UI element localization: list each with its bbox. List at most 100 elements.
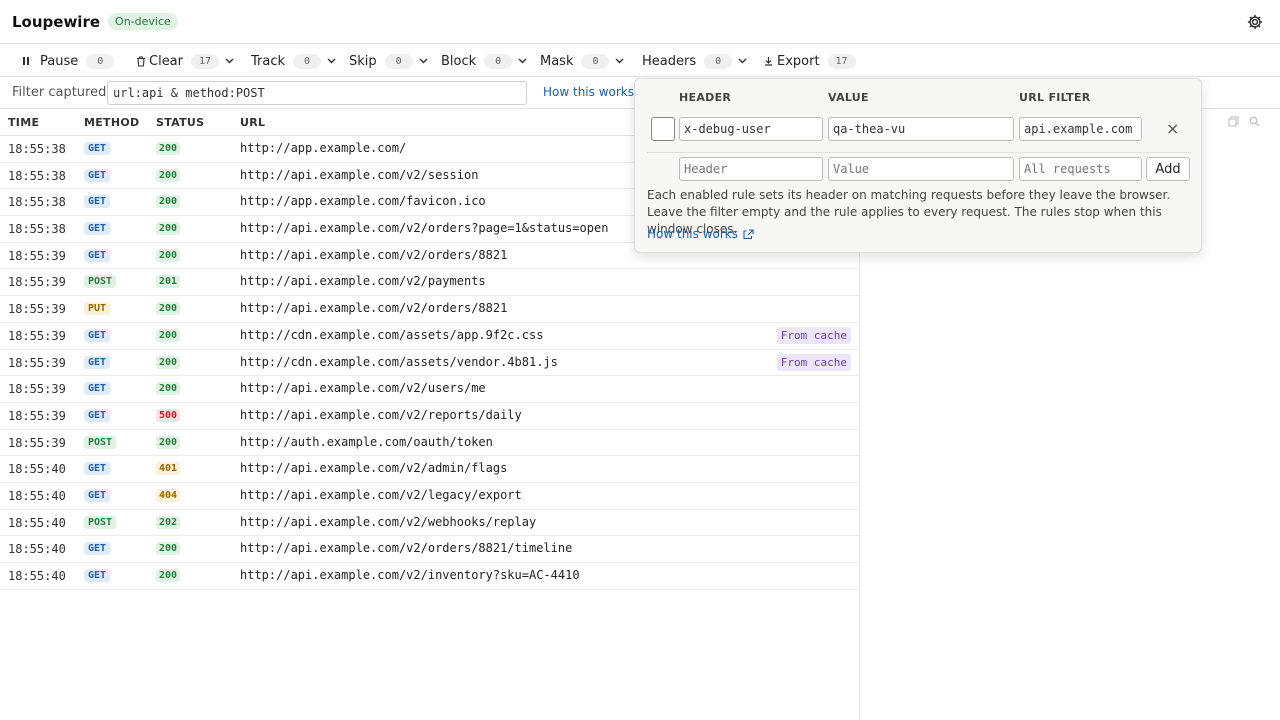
cache-badge: From cache [776, 353, 851, 371]
rule-value-input[interactable] [828, 117, 1014, 141]
method-badge: GET [84, 168, 111, 182]
gear-icon[interactable] [1246, 13, 1264, 31]
rule-filter-input[interactable] [1019, 117, 1142, 141]
table-row[interactable]: 18:55:40 GET 200 http://api.example.com/v2/… [0, 536, 859, 563]
export-label: Export [777, 53, 820, 69]
new-header-input[interactable] [679, 157, 823, 181]
row-time: 18:55:40 [8, 515, 66, 530]
track-button[interactable]: Track 0 [251, 45, 336, 77]
table-row[interactable]: 18:55:39 PUT 200 http://api.example.com/v2/… [0, 296, 859, 323]
pause-button[interactable]: Pause 0 [22, 45, 115, 77]
table-row[interactable]: 18:55:39 GET 200 http://api.example.com/v2/… [0, 376, 859, 403]
row-time: 18:55:38 [8, 195, 66, 210]
skip-button[interactable]: Skip 0 [349, 45, 428, 77]
row-url: http://api.example.com/v2/orders/8821 [240, 247, 508, 262]
row-url: http://cdn.example.com/assets/app.9f2c.c… [240, 327, 544, 342]
table-row[interactable]: 18:55:39 GET 200 http://cdn.example.com/ass… [0, 350, 859, 377]
mask-count: 0 [581, 53, 610, 69]
add-rule-button[interactable]: Add [1146, 157, 1190, 181]
row-url: http://api.example.com/v2/orders?page=1&… [240, 221, 609, 236]
table-row[interactable]: 18:55:39 GET 500 http://api.example.com/v2/… [0, 403, 859, 430]
row-time: 18:55:38 [8, 142, 66, 156]
column-method[interactable]: METHOD [84, 116, 139, 129]
method-badge: GET [84, 355, 111, 369]
col-value: VALUE [828, 91, 869, 104]
close-icon[interactable]: × [1166, 119, 1179, 138]
row-url: http://cdn.example.com/assets/vendor.4b8… [240, 354, 558, 369]
column-time[interactable]: TIME [8, 116, 39, 129]
chevron-down-icon[interactable] [738, 58, 747, 64]
row-time: 18:55:39 [8, 328, 66, 343]
table-row[interactable]: 18:55:40 GET 401 http://api.example.com/v2/… [0, 456, 859, 483]
mask-button[interactable]: Mask 0 [540, 45, 624, 77]
status-badge: 200 [156, 542, 181, 556]
table-row[interactable]: 18:55:40 GET 404 http://api.example.com/v2/… [0, 483, 859, 510]
row-time: 18:55:40 [8, 569, 66, 583]
status-badge: 200 [156, 382, 181, 396]
method-badge: GET [84, 408, 111, 422]
headers-button[interactable]: Headers 0 [642, 45, 747, 77]
status-badge: 200 [156, 435, 181, 449]
new-filter-input[interactable] [1019, 157, 1142, 181]
chevron-down-icon[interactable] [327, 58, 336, 64]
row-url: http://app.example.com/favicon.ico [240, 194, 486, 209]
status-badge: 202 [156, 515, 181, 529]
rule-enabled-checkbox[interactable] [651, 117, 675, 141]
search-icon[interactable] [1249, 116, 1260, 127]
status-badge: 200 [156, 328, 181, 342]
status-badge: 200 [156, 569, 181, 582]
chevron-down-icon[interactable] [419, 58, 428, 64]
status-badge: 500 [156, 408, 181, 422]
popover-help-link[interactable]: How this works [647, 227, 754, 241]
table-row[interactable]: 18:55:40 POST 202 http://api.example.com/v2… [0, 510, 859, 537]
method-badge: GET [84, 195, 111, 209]
pause-icon [23, 57, 29, 65]
clear-button[interactable]: Clear 17 [136, 45, 234, 77]
row-url: http://api.example.com/v2/reports/daily [240, 407, 522, 422]
row-time: 18:55:40 [8, 462, 66, 477]
chevron-down-icon[interactable] [518, 58, 527, 64]
method-badge: GET [84, 462, 111, 476]
block-count: 0 [484, 53, 513, 69]
headers-label: Headers [642, 53, 697, 69]
detail-toolbar [1228, 116, 1260, 127]
col-url-filter: URL FILTER [1019, 91, 1091, 104]
status-badge: 200 [156, 302, 181, 316]
new-value-input[interactable] [828, 157, 1014, 181]
row-time: 18:55:39 [8, 302, 66, 317]
table-row[interactable]: 18:55:39 POST 200 http://auth.example.com/o… [0, 430, 859, 457]
track-count: 0 [293, 53, 322, 69]
status-badge: 404 [156, 488, 181, 502]
method-badge: GET [84, 488, 111, 502]
on-device-badge: On-device [108, 13, 178, 30]
table-row[interactable]: 18:55:39 POST 201 http://api.example.com/v2… [0, 269, 859, 297]
app-title: Loupewire [12, 12, 101, 31]
row-url: http://api.example.com/v2/legacy/export [240, 487, 522, 502]
row-url: http://api.example.com/v2/session [240, 167, 479, 182]
rule-header-input[interactable] [679, 117, 823, 141]
block-label: Block [441, 53, 477, 69]
copy-icon[interactable] [1228, 116, 1239, 127]
column-url[interactable]: URL [240, 116, 265, 129]
status-badge: 401 [156, 462, 181, 476]
row-time: 18:55:39 [8, 408, 66, 423]
chevron-down-icon[interactable] [225, 58, 234, 64]
method-badge: POST [84, 435, 117, 449]
status-badge: 201 [156, 275, 181, 289]
filter-input[interactable] [107, 81, 527, 105]
popover-help-label[interactable]: How this works [647, 227, 738, 241]
row-url: http://api.example.com/v2/webhooks/repla… [240, 514, 537, 529]
row-url: http://api.example.com/v2/inventory?sku=… [240, 568, 580, 582]
chevron-down-icon[interactable] [615, 58, 624, 64]
how-this-works-link[interactable]: How this works [543, 85, 634, 99]
export-button[interactable]: Export 17 [764, 45, 856, 77]
skip-count: 0 [384, 53, 413, 69]
title-bar: Loupewire On-device [0, 0, 1280, 44]
table-row[interactable]: 18:55:39 GET 200 http://cdn.example.com/ass… [0, 323, 859, 350]
row-url: http://api.example.com/v2/users/me [240, 381, 486, 396]
column-status[interactable]: STATUS [156, 116, 204, 129]
row-time: 18:55:39 [8, 355, 66, 370]
table-row[interactable]: 18:55:40 GET 200 http://api.example.com/v2/… [0, 563, 859, 590]
status-badge: 200 [156, 168, 181, 182]
block-button[interactable]: Block 0 [441, 45, 527, 77]
